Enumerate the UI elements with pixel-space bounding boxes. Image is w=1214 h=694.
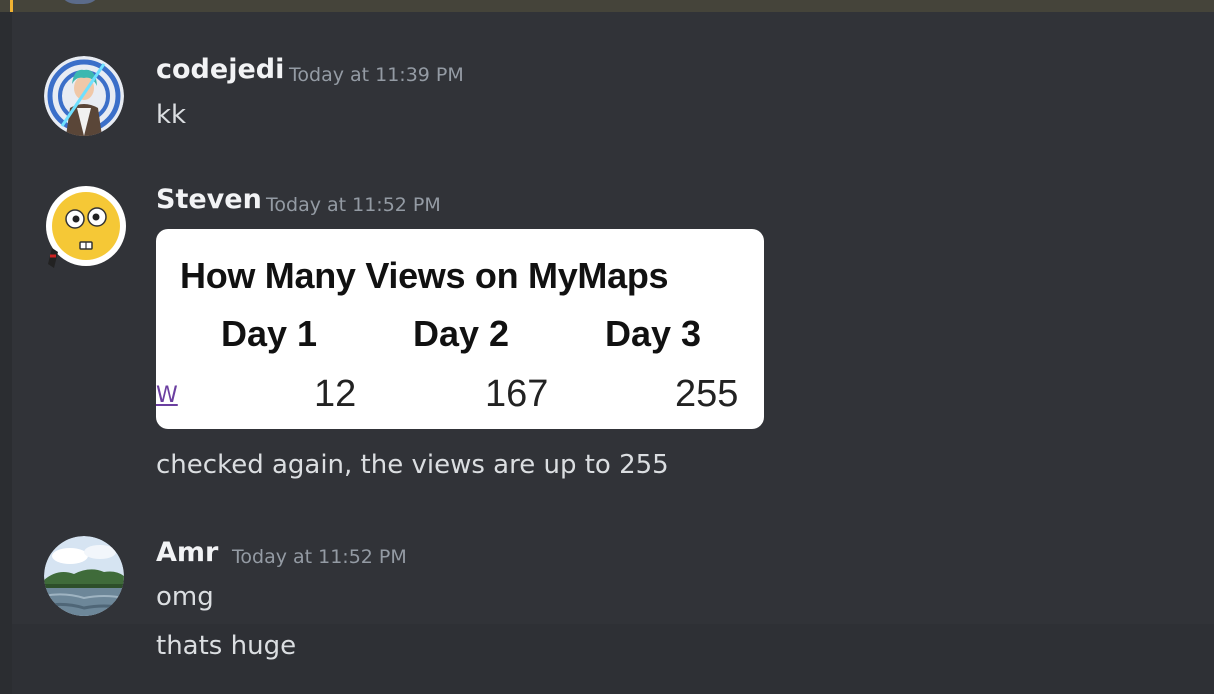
avatar-codejedi[interactable] bbox=[44, 56, 124, 136]
previous-avatar[interactable] bbox=[58, 0, 102, 4]
jedi-avatar-icon bbox=[44, 56, 124, 136]
avatar-amr[interactable] bbox=[44, 536, 124, 616]
username[interactable]: Amr bbox=[156, 537, 218, 568]
message-left-rail bbox=[0, 12, 12, 694]
timestamp[interactable]: Today at 11:39 PM bbox=[289, 64, 464, 86]
message-text: omg bbox=[156, 582, 214, 612]
previous-message-strip bbox=[0, 0, 1214, 12]
column-value: 12 bbox=[314, 373, 357, 415]
attachment-title: How Many Views on MyMaps bbox=[180, 255, 669, 296]
username[interactable]: codejedi bbox=[156, 54, 284, 85]
message-steven[interactable]: Steven Today at 11:52 PM How Many Views … bbox=[12, 170, 1214, 527]
link-fragment: W bbox=[156, 383, 178, 408]
avatar-steven[interactable] bbox=[44, 186, 126, 268]
column-header: Day 1 bbox=[221, 313, 318, 354]
message-text: kk bbox=[156, 100, 187, 130]
column-header: Day 3 bbox=[605, 313, 702, 354]
emoji-face-avatar-icon bbox=[46, 186, 126, 268]
message-text: checked again, the views are up to 255 bbox=[156, 450, 669, 480]
column-value: 167 bbox=[485, 373, 549, 415]
timestamp[interactable]: Today at 11:52 PM bbox=[266, 194, 441, 216]
landscape-avatar-icon bbox=[44, 536, 124, 616]
message-amr[interactable]: Amr Today at 11:52 PM omg bbox=[12, 527, 1214, 624]
image-attachment[interactable]: How Many Views on MyMaps Day 1 Day 2 Day… bbox=[156, 229, 764, 429]
message-amr-continuation[interactable]: thats huge bbox=[12, 624, 1214, 694]
mention-highlight-bar bbox=[10, 0, 13, 12]
chat-view: codejedi Today at 11:39 PM kk Steven Tod… bbox=[0, 0, 1214, 694]
message-text: thats huge bbox=[156, 631, 297, 661]
column-value: 255 bbox=[675, 373, 739, 415]
username[interactable]: Steven bbox=[156, 184, 262, 215]
column-header: Day 2 bbox=[413, 313, 510, 354]
message-codejedi[interactable]: codejedi Today at 11:39 PM kk bbox=[12, 40, 1214, 150]
timestamp[interactable]: Today at 11:52 PM bbox=[232, 546, 407, 568]
